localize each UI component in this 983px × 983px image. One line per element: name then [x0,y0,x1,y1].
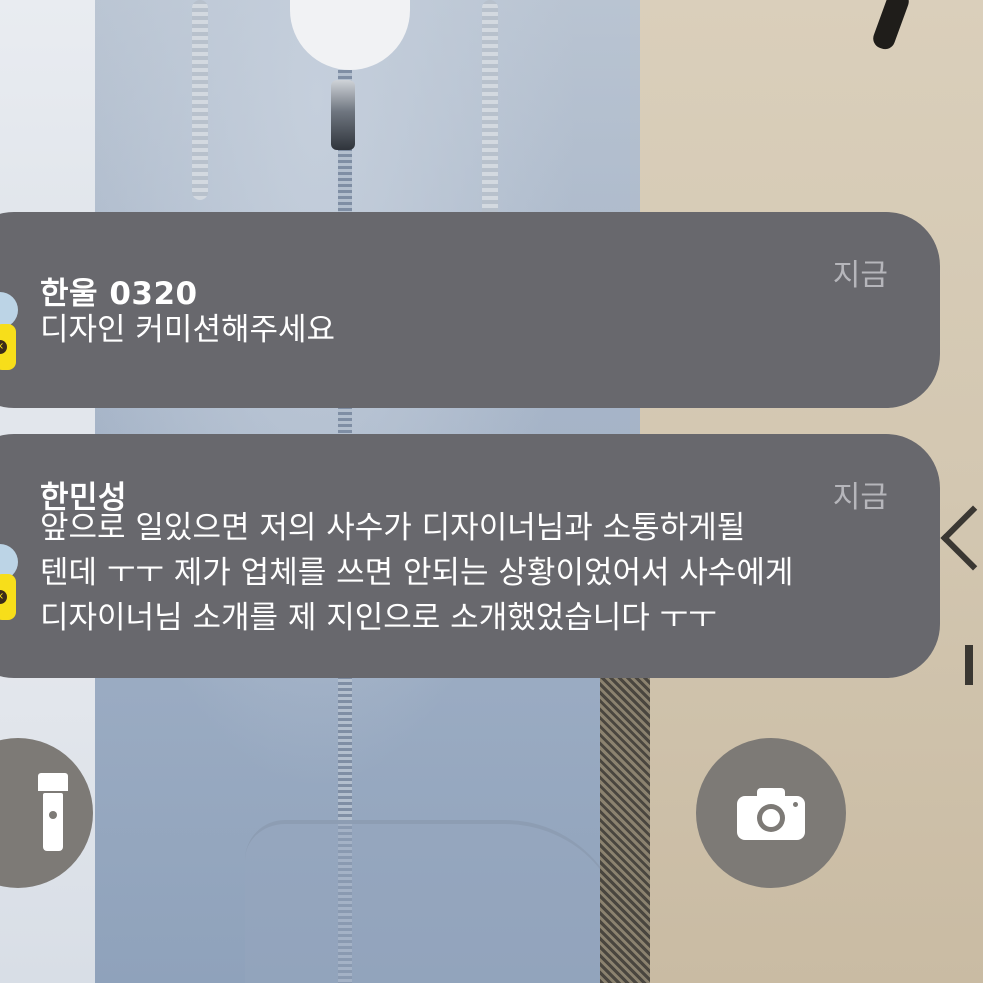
message-line: 디자이너님 소개를 제 지인으로 소개했었습니다 ㅜㅜ [40,600,717,636]
wallpaper-bag-edge [600,660,650,983]
notification-message: 앞으로 일있으면 저의 사수가 디자이너님과 소통하게될 텐데 ㅜㅜ 제가 업체… [40,506,892,641]
wallpaper-drawcord-left [192,0,208,200]
notification-message: 디자인 커미션해주세요 [40,308,892,353]
message-line: 앞으로 일있으면 저의 사수가 디자이너님과 소통하게될 [40,510,746,546]
flashlight-icon [38,773,68,853]
lock-screen: × 한울 0320 지금 디자인 커미션해주세요 × 한민성 지금 앞으로 일있… [0,0,983,983]
wallpaper-zipper-pull [331,80,355,150]
notification-card[interactable]: × 한울 0320 지금 디자인 커미션해주세요 [0,212,940,408]
camera-icon [737,788,805,840]
message-line: 텐데 ㅜㅜ 제가 업체를 쓰면 안되는 상황이었어서 사수에게 [40,555,794,591]
notification-card[interactable]: × 한민성 지금 앞으로 일있으면 저의 사수가 디자이너님과 소통하게될 텐데… [0,434,940,678]
kakaotalk-icon: × [0,324,16,370]
notification-sender: 한울 0320 [40,276,198,312]
message-line: 디자인 커미션해주세요 [40,312,336,348]
notification-time: 지금 [832,258,888,293]
wallpaper-bag-print [965,645,973,685]
kakaotalk-icon: × [0,574,16,620]
camera-button[interactable] [696,738,846,888]
wallpaper-pocket [245,820,625,983]
close-icon: × [0,340,7,354]
sender-avatar [0,292,18,328]
close-icon: × [0,590,7,604]
